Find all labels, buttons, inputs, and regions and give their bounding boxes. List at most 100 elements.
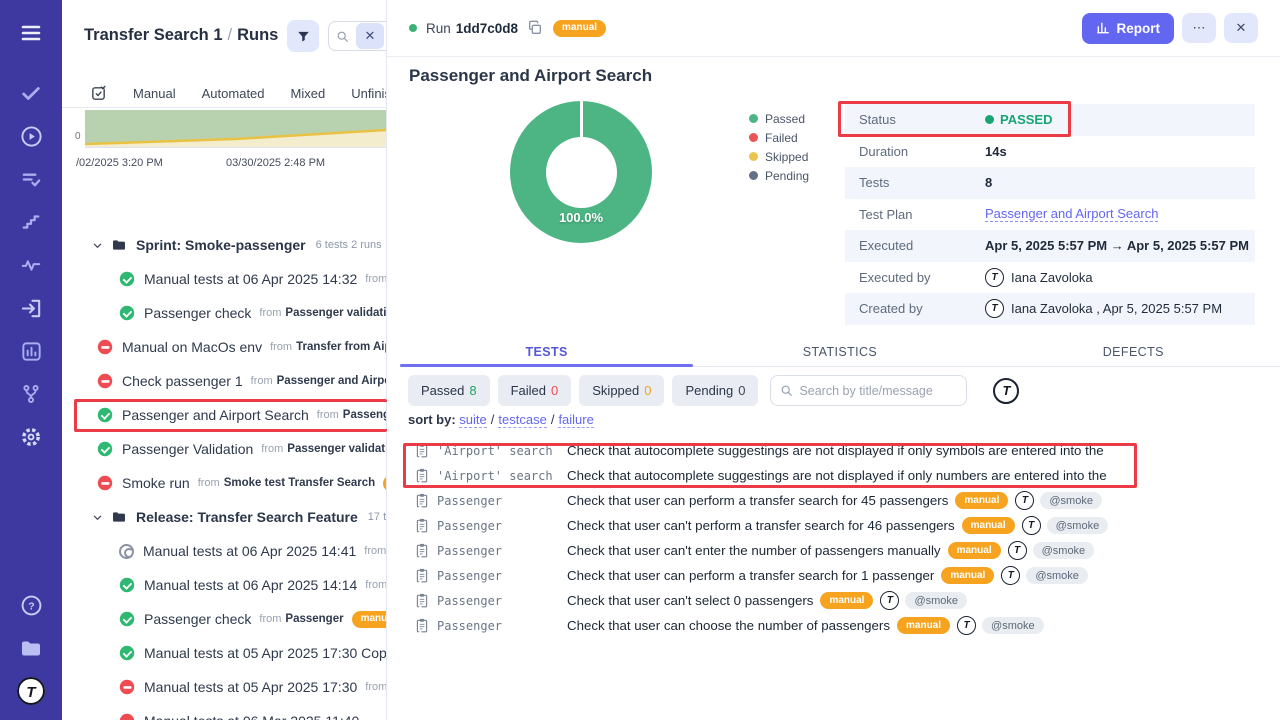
sort-label: sort by: [408,412,456,427]
manual-badge: manual [955,492,1008,509]
test-suite: Passenger [437,569,559,583]
smoke-tag[interactable]: @smoke [1047,517,1109,534]
tree-run[interactable]: Manual on MacOs env from Transfer from A… [62,330,386,364]
import-icon[interactable] [16,293,46,323]
filter-pending-button[interactable]: Pending 0 [672,375,758,406]
chevron-down-icon[interactable] [92,240,103,251]
panel-close-button[interactable]: ✕ [356,23,384,49]
tests-search-input[interactable] [799,384,949,398]
sort-by-failure[interactable]: failure [558,412,593,428]
user-avatar: T [985,268,1004,287]
copy-icon[interactable] [527,20,543,36]
tab-unfinished[interactable]: Unfinished [351,86,387,101]
legend-item-skipped[interactable]: Skipped [749,147,809,166]
smoke-tag[interactable]: @smoke [1040,492,1102,509]
tree-run[interactable]: Manual tests at 06 Apr 2025 14:14 from P… [62,568,386,602]
folder-icon [111,509,127,525]
filter-failed-button[interactable]: Failed0 [498,375,572,406]
tree-folder[interactable]: Sprint: Smoke-passenger 6 tests 2 runs [62,228,386,262]
breadcrumb-project[interactable]: Transfer Search 1 [84,26,223,44]
detail-value: Iana Zavoloka [1011,270,1093,285]
activity-icon[interactable] [16,250,46,280]
filter-skipped-button[interactable]: Skipped0 [579,375,664,406]
help-icon[interactable]: ? [16,590,46,620]
test-suite: Passenger [437,594,559,608]
folder-meta: 6 tests 2 runs [316,239,382,251]
result-tabs: TESTS STATISTICS DEFECTS [400,338,1280,367]
filter-label: Pending [685,383,733,398]
tree-run[interactable]: Manual tests at 06 Apr 2025 14:41 from T… [62,534,386,568]
filter-passed-button[interactable]: Passed8 [408,375,490,406]
filter-count: 0 [738,383,745,398]
tree-folder[interactable]: Release: Transfer Search Feature 17 test… [62,500,386,534]
tree-run[interactable]: Passenger check from Passenger manual 6 [62,602,386,636]
legend-item-pending[interactable]: Pending [749,166,809,185]
tree-run[interactable]: Check passenger 1 from Passenger and Air… [62,364,386,398]
smoke-tag[interactable]: @smoke [1033,542,1095,559]
steps-icon[interactable] [16,207,46,237]
tree-run-selected[interactable]: Passenger and Airport Search from Passen… [62,398,386,432]
check-icon[interactable] [16,78,46,108]
run-manual-badge: manual [553,20,606,37]
smoke-tag[interactable]: @smoke [905,592,967,609]
test-row[interactable]: Passenger Check that user can perform a … [408,563,1280,588]
report-button[interactable]: Report [1082,13,1175,44]
legend-item-failed[interactable]: Failed [749,128,809,147]
list-check-icon[interactable] [16,164,46,194]
test-row[interactable]: Passenger Check that user can't enter th… [408,538,1280,563]
tree-run[interactable]: Manual tests at 05 Apr 2025 17:30 Copy f… [62,636,386,670]
tree-run[interactable]: Passenger check from Passenger validatio… [62,296,386,330]
tab-automated[interactable]: Automated [202,86,265,101]
test-row[interactable]: 'Airport' search … Check that autocomple… [408,438,1280,463]
filter-label: Passed [421,383,464,398]
runs-trend-chart[interactable] [85,110,386,148]
tree-run[interactable]: Passenger Validation from Passenger vali… [62,432,386,466]
run-suite: Passenger and Airport Searc [277,375,386,387]
breadcrumb: Transfer Search 1/Runs [84,26,278,45]
test-row[interactable]: Passenger Check that user can't select 0… [408,588,1280,613]
test-row[interactable]: Passenger Check that user can choose the… [408,613,1280,638]
chevron-down-icon[interactable] [92,512,103,523]
smoke-tag[interactable]: @smoke [1026,567,1088,584]
filter-button[interactable] [287,20,319,52]
test-row[interactable]: Passenger Check that user can't perform … [408,513,1280,538]
from-label: from [261,443,283,455]
from-label: from [364,545,386,557]
projects-folder-icon[interactable] [16,633,46,663]
test-plan-link[interactable]: Passenger and Airport Search [985,206,1158,222]
settings-gear-icon[interactable] [16,422,46,452]
from-label: from [251,375,273,387]
tab-manual[interactable]: Manual [133,86,176,101]
tree-run[interactable]: Smoke run from Smoke test Transfer Searc… [62,466,386,500]
test-suite: Passenger [437,619,559,633]
smoke-tag[interactable]: @smoke [982,617,1044,634]
more-button[interactable]: ⋯ [1182,13,1216,43]
tab-statistics[interactable]: STATISTICS [693,338,986,366]
sort-by-testcase[interactable]: testcase [498,412,546,428]
branch-icon[interactable] [16,379,46,409]
legend-item-passed[interactable]: Passed [749,109,809,128]
detail-label: Executed [859,238,985,253]
run-label: Run [426,21,451,36]
close-run-button[interactable]: ✕ [1224,13,1258,43]
tab-mixed[interactable]: Mixed [291,86,326,101]
run-header-bar: Run 1dd7c0d8 manual Report ⋯ ✕ [387,0,1280,57]
menu-icon[interactable] [16,18,46,48]
test-row[interactable]: Passenger Check that user can perform a … [408,488,1280,513]
tree-run[interactable]: Manual tests at 05 Apr 2025 17:30 from T… [62,670,386,704]
tree-run[interactable]: Manual tests at 06 Mar 2025 11:40 [62,704,386,720]
play-circle-icon[interactable] [16,121,46,151]
assignee-filter-avatar[interactable]: T [993,378,1019,404]
tab-tests[interactable]: TESTS [400,338,693,366]
tree-run[interactable]: Manual tests at 06 Apr 2025 14:32 from P… [62,262,386,296]
run-status-dot [409,24,417,32]
manual-badge: manual [820,592,873,609]
detail-row-test-plan: Test Plan Passenger and Airport Search [845,199,1255,231]
sort-by-suite[interactable]: suite [459,412,486,428]
tab-defects[interactable]: DEFECTS [987,338,1280,366]
analytics-icon[interactable] [16,336,46,366]
app-logo[interactable]: T [16,676,46,706]
results-donut-chart[interactable]: 100.0% [510,101,652,243]
test-row[interactable]: 'Airport' search … Check that autocomple… [408,463,1280,488]
select-all-icon[interactable] [90,85,107,102]
